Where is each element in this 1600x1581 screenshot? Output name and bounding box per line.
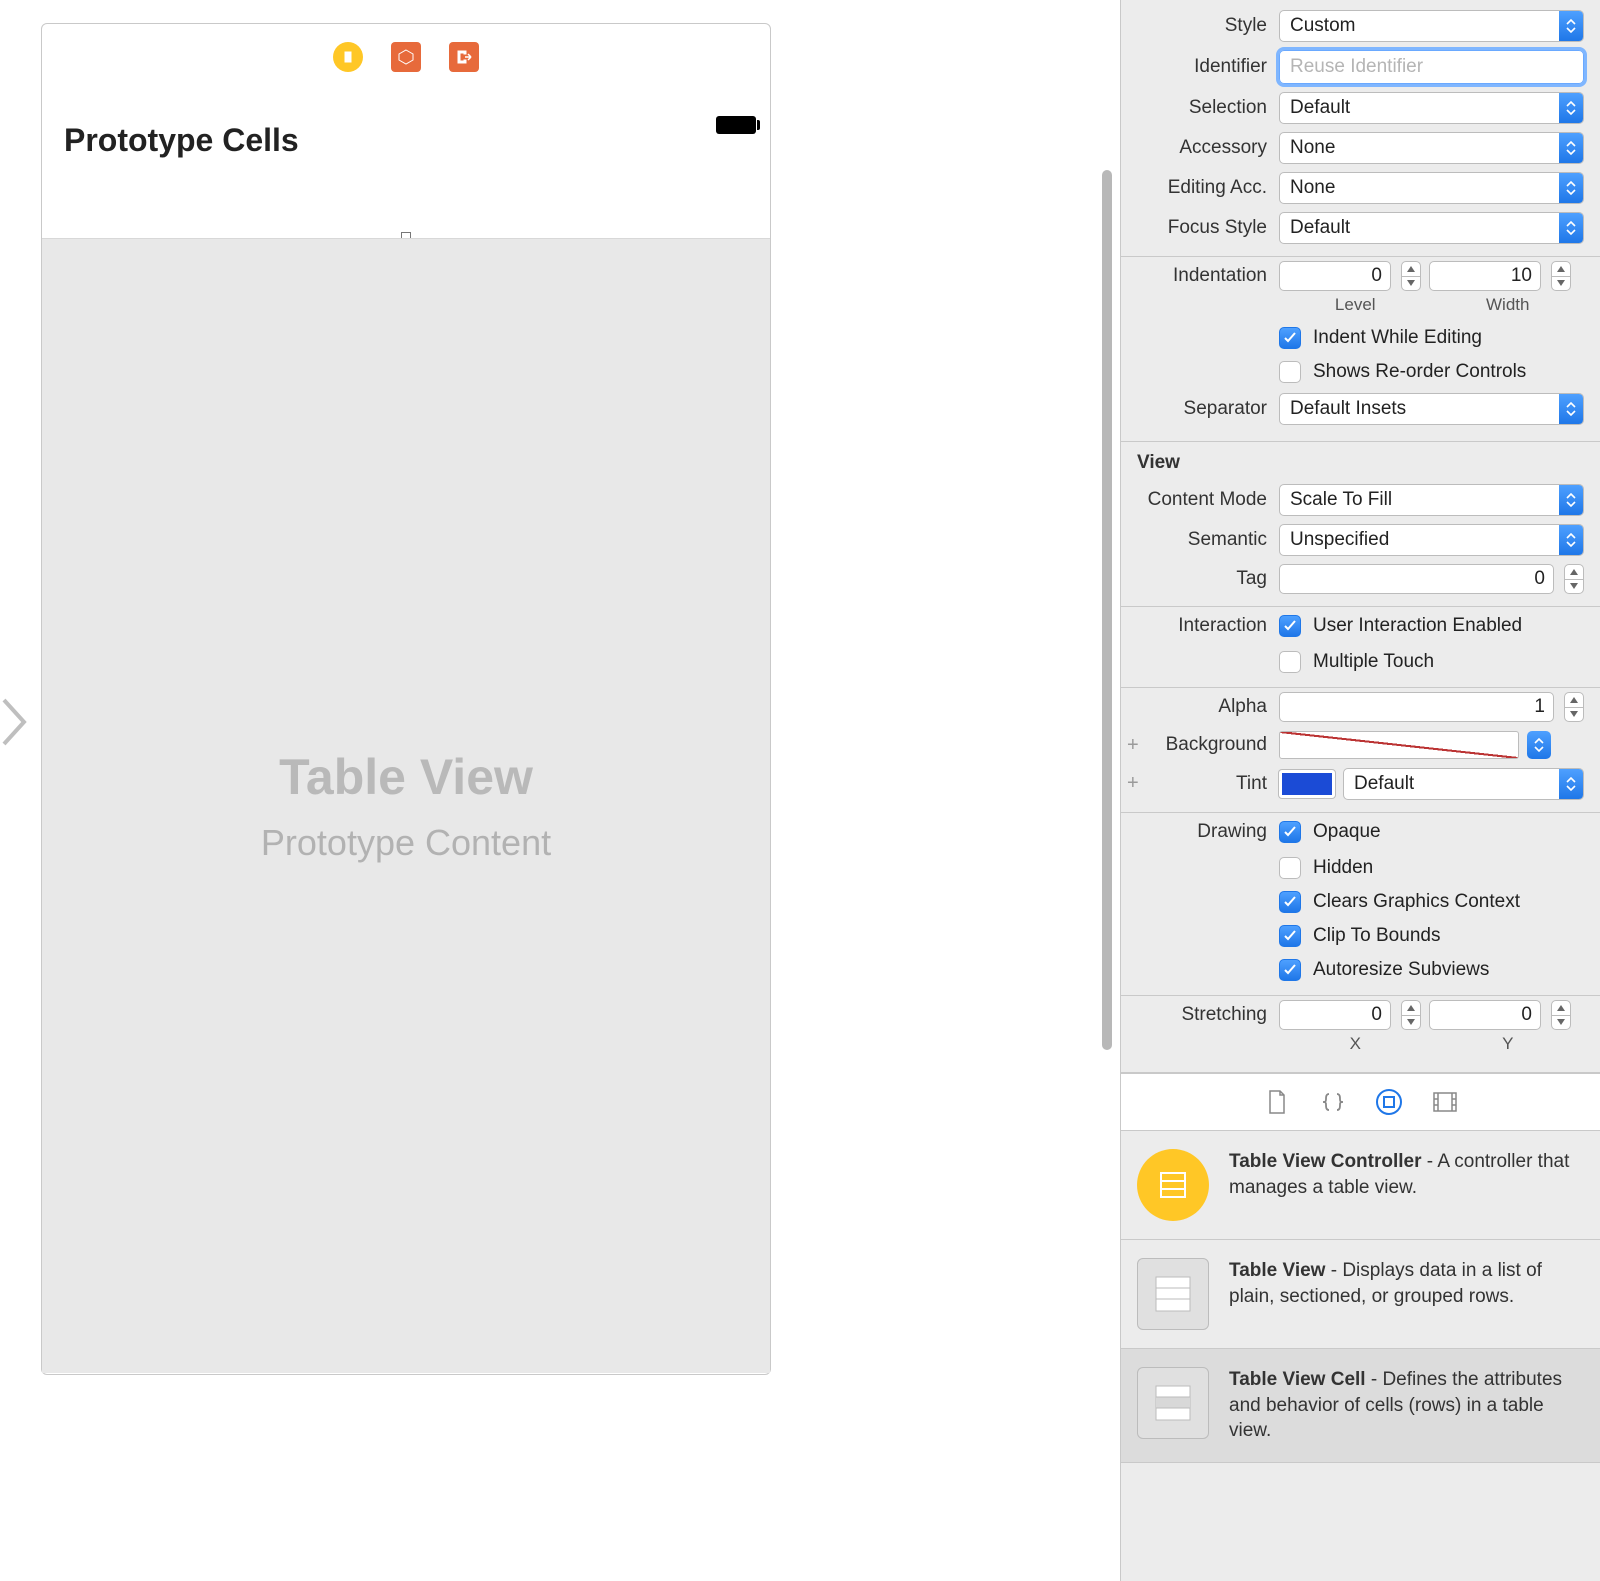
tint-dropdown[interactable]: Default: [1343, 768, 1584, 800]
indent-width-sublabel: Width: [1432, 295, 1585, 315]
user-interaction-checkbox[interactable]: [1279, 615, 1301, 637]
stretch-x-sublabel: X: [1279, 1034, 1432, 1054]
library-tab-code-icon[interactable]: [1319, 1088, 1347, 1116]
chevrons-icon: [1559, 11, 1583, 41]
reorder-controls-checkbox[interactable]: [1279, 361, 1301, 383]
selection-label: Selection: [1121, 97, 1279, 119]
table-view-cell-icon: [1137, 1367, 1209, 1439]
scroll-indicator[interactable]: [1102, 170, 1112, 1050]
tag-field[interactable]: 0: [1279, 564, 1554, 594]
focus-style-label: Focus Style: [1121, 217, 1279, 239]
style-label: Style: [1121, 15, 1279, 37]
tag-label: Tag: [1121, 568, 1279, 590]
canvas: Prototype Cells Table View Prototype Con…: [0, 0, 1120, 1581]
semantic-dropdown[interactable]: Unspecified: [1279, 524, 1584, 556]
indent-width-stepper[interactable]: [1551, 261, 1571, 291]
add-tint-icon[interactable]: +: [1127, 772, 1139, 795]
tint-color-well[interactable]: [1279, 770, 1335, 798]
library-item-tvc[interactable]: Table View Controller - A controller tha…: [1121, 1131, 1600, 1240]
clears-context-label: Clears Graphics Context: [1313, 891, 1520, 913]
clears-context-checkbox[interactable]: [1279, 891, 1301, 913]
scene-icon[interactable]: [333, 42, 363, 72]
reorder-controls-label: Shows Re-order Controls: [1313, 361, 1526, 383]
indent-level-field[interactable]: 0: [1279, 261, 1391, 291]
multiple-touch-label: Multiple Touch: [1313, 651, 1434, 673]
library-item-text: Table View Cell - Defines the attributes…: [1229, 1367, 1584, 1444]
separator-label: Separator: [1121, 398, 1279, 420]
exit-icon[interactable]: [449, 42, 479, 72]
stretch-y-stepper[interactable]: [1551, 1000, 1571, 1030]
library-item-tv[interactable]: Table View - Displays data in a list of …: [1121, 1240, 1600, 1349]
background-menu-button[interactable]: [1527, 731, 1551, 759]
library-tabs: [1121, 1073, 1600, 1131]
first-responder-icon[interactable]: [391, 42, 421, 72]
multiple-touch-checkbox[interactable]: [1279, 651, 1301, 673]
segue-arrow-icon: [2, 698, 28, 752]
stretch-x-field[interactable]: 0: [1279, 1000, 1391, 1030]
section-cell: Style Custom Identifier Reuse Identifier…: [1121, 0, 1600, 442]
editing-acc-dropdown[interactable]: None: [1279, 172, 1584, 204]
background-color-well[interactable]: [1279, 731, 1519, 759]
battery-icon: [716, 116, 756, 134]
library-tab-file-icon[interactable]: [1263, 1088, 1291, 1116]
indent-level-stepper[interactable]: [1401, 261, 1421, 291]
editing-acc-label: Editing Acc.: [1121, 177, 1279, 199]
user-interaction-label: User Interaction Enabled: [1313, 615, 1522, 637]
interaction-label: Interaction: [1121, 615, 1279, 637]
opaque-checkbox[interactable]: [1279, 821, 1301, 843]
table-view-icon: [1137, 1258, 1209, 1330]
content-mode-label: Content Mode: [1121, 489, 1279, 511]
alpha-stepper[interactable]: [1564, 692, 1584, 722]
autoresize-checkbox[interactable]: [1279, 959, 1301, 981]
table-view-controller-icon: [1137, 1149, 1209, 1221]
clip-to-bounds-label: Clip To Bounds: [1313, 925, 1440, 947]
stretch-x-stepper[interactable]: [1401, 1000, 1421, 1030]
table-view-subtitle: Prototype Content: [261, 822, 551, 864]
identifier-field[interactable]: Reuse Identifier: [1279, 50, 1584, 84]
view-section-title: View: [1121, 442, 1600, 480]
library-item-text: Table View Controller - A controller tha…: [1229, 1149, 1584, 1221]
separator-dropdown[interactable]: Default Insets: [1279, 393, 1584, 425]
table-view-title: Table View: [279, 748, 533, 806]
indentation-label: Indentation: [1121, 265, 1279, 287]
indent-while-editing-label: Indent While Editing: [1313, 327, 1482, 349]
drawing-label: Drawing: [1121, 821, 1279, 843]
alpha-label: Alpha: [1121, 696, 1279, 718]
content-mode-dropdown[interactable]: Scale To Fill: [1279, 484, 1584, 516]
scene-toolbar: [333, 42, 479, 72]
selection-dropdown[interactable]: Default: [1279, 92, 1584, 124]
semantic-label: Semantic: [1121, 529, 1279, 551]
alpha-field[interactable]: 1: [1279, 692, 1554, 722]
library-tab-media-icon[interactable]: [1431, 1088, 1459, 1116]
stretching-label: Stretching: [1121, 1004, 1279, 1026]
section-view: View Content Mode Scale To Fill Semantic…: [1121, 442, 1600, 1073]
tint-label: Tint: [1121, 773, 1279, 795]
indent-while-editing-checkbox[interactable]: [1279, 327, 1301, 349]
identifier-label: Identifier: [1121, 56, 1279, 78]
indent-level-sublabel: Level: [1279, 295, 1432, 315]
background-label: Background: [1121, 734, 1279, 756]
hidden-label: Hidden: [1313, 857, 1373, 879]
library-item-text: Table View - Displays data in a list of …: [1229, 1258, 1584, 1330]
add-background-icon[interactable]: +: [1127, 734, 1139, 757]
table-view-placeholder[interactable]: Table View Prototype Content: [42, 238, 770, 1373]
hidden-checkbox[interactable]: [1279, 857, 1301, 879]
device-frame[interactable]: Prototype Cells Table View Prototype Con…: [41, 23, 771, 1375]
autoresize-label: Autoresize Subviews: [1313, 959, 1489, 981]
accessory-label: Accessory: [1121, 137, 1279, 159]
clip-to-bounds-checkbox[interactable]: [1279, 925, 1301, 947]
library-tab-objects-icon[interactable]: [1375, 1088, 1403, 1116]
inspector-panel: Style Custom Identifier Reuse Identifier…: [1120, 0, 1600, 1581]
focus-style-dropdown[interactable]: Default: [1279, 212, 1584, 244]
indent-width-field[interactable]: 10: [1429, 261, 1541, 291]
library-item-tvcell[interactable]: Table View Cell - Defines the attributes…: [1121, 1349, 1600, 1463]
library-list: Table View Controller - A controller tha…: [1121, 1131, 1600, 1463]
stretch-y-sublabel: Y: [1432, 1034, 1585, 1054]
prototype-cells-heading: Prototype Cells: [64, 122, 299, 159]
opaque-label: Opaque: [1313, 821, 1381, 843]
accessory-dropdown[interactable]: None: [1279, 132, 1584, 164]
style-dropdown[interactable]: Custom: [1279, 10, 1584, 42]
tag-stepper[interactable]: [1564, 564, 1584, 594]
stretch-y-field[interactable]: 0: [1429, 1000, 1541, 1030]
